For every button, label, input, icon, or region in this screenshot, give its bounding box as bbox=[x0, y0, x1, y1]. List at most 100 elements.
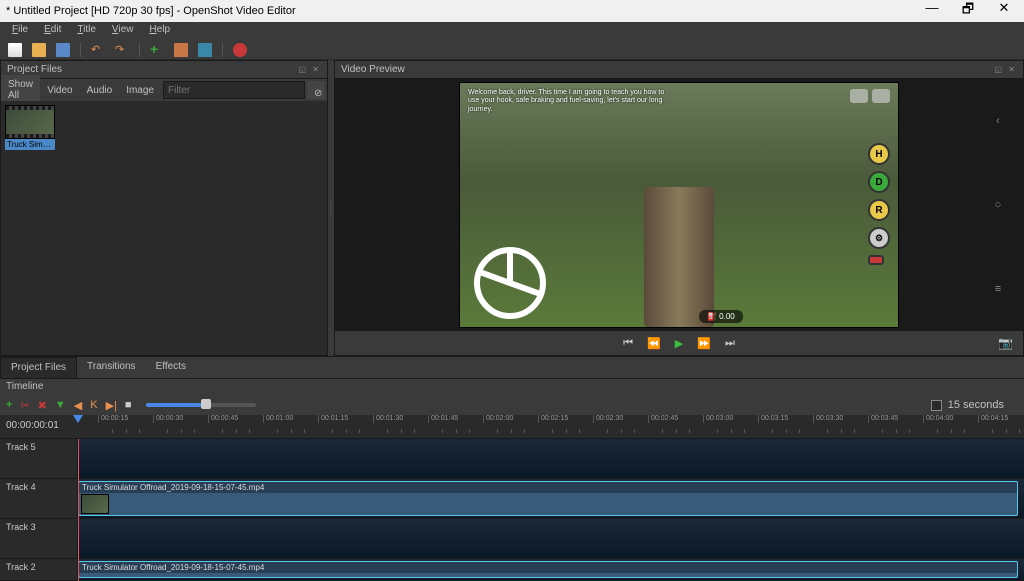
track-3: Track 3 bbox=[0, 519, 1024, 559]
back-icon: ‹ bbox=[996, 115, 1000, 127]
close-button[interactable]: ✕ bbox=[986, 0, 1022, 22]
game-side-buttons: H D R ⚙ bbox=[868, 143, 890, 265]
project-file-item[interactable]: Truck Simulator ... bbox=[5, 105, 55, 150]
track-header[interactable]: Track 2 bbox=[0, 559, 78, 580]
menu-title[interactable]: Title bbox=[69, 22, 104, 40]
export-icon[interactable] bbox=[233, 43, 247, 57]
filter-input[interactable] bbox=[163, 81, 305, 99]
dock-buttons[interactable]: ◱ ✕ bbox=[995, 65, 1017, 74]
razor-tool-button[interactable]: ✂ bbox=[20, 399, 29, 412]
game-log-graphic bbox=[644, 187, 714, 327]
timeline-clip[interactable]: Truck Simulator Offroad_2019-09-18-15-07… bbox=[78, 481, 1018, 516]
timeline-header: Timeline bbox=[0, 379, 1024, 395]
device-nav-icons: ‹ ○ ≡ bbox=[983, 79, 1013, 331]
filter-audio[interactable]: Audio bbox=[80, 81, 120, 100]
track-header[interactable]: Track 5 bbox=[0, 439, 78, 478]
toolbar-separator bbox=[139, 43, 140, 57]
project-files-grid[interactable]: Truck Simulator ... bbox=[1, 101, 327, 355]
save-project-icon[interactable] bbox=[56, 43, 70, 57]
maximize-button[interactable]: 🗗 bbox=[950, 0, 986, 22]
filter-video[interactable]: Video bbox=[40, 81, 79, 100]
ruler-tick: 00:01:30 bbox=[373, 415, 403, 423]
tab-project-files[interactable]: Project Files bbox=[0, 357, 77, 378]
add-track-button[interactable]: + bbox=[6, 399, 12, 411]
open-project-icon[interactable] bbox=[32, 43, 46, 57]
ruler-tick: 00:01:15 bbox=[318, 415, 348, 423]
ruler-tick: 00:03:45 bbox=[868, 415, 898, 423]
ruler-tick: 00:02:00 bbox=[483, 415, 513, 423]
rewind-button[interactable]: ⏪ bbox=[647, 337, 661, 350]
new-project-icon[interactable] bbox=[8, 43, 22, 57]
disable-snap-button[interactable]: ✖ bbox=[38, 399, 47, 412]
prev-marker-button[interactable]: ◀ bbox=[74, 399, 82, 412]
next-marker-button[interactable]: ▶| bbox=[106, 399, 117, 412]
track-body[interactable] bbox=[78, 519, 1024, 558]
track-body[interactable]: Truck Simulator Offroad_2019-09-18-15-07… bbox=[78, 479, 1024, 518]
timeline-ruler[interactable]: 00:00:00:01 00:00:1500:00:3000:00:4500:0… bbox=[0, 415, 1024, 439]
fast-forward-button[interactable]: ⏩ bbox=[697, 337, 711, 350]
menu-help[interactable]: Help bbox=[141, 22, 178, 40]
preview-canvas[interactable]: Welcome back, driver. This time I am goi… bbox=[459, 82, 899, 328]
ruler-tick: 00:00:30 bbox=[153, 415, 183, 423]
snapshot-icon[interactable]: 📷 bbox=[998, 336, 1013, 350]
dock-buttons[interactable]: ◱ ✕ bbox=[299, 65, 321, 74]
window-title: * Untitled Project [HD 720p 30 fps] - Op… bbox=[2, 5, 296, 17]
zoom-label-area: 15 seconds bbox=[931, 399, 1018, 411]
menu-view[interactable]: View bbox=[104, 22, 142, 40]
ruler-tick: 00:01:00 bbox=[263, 415, 293, 423]
fullscreen-icon[interactable] bbox=[198, 43, 212, 57]
add-marker-button[interactable]: ▼ bbox=[55, 399, 66, 411]
game-h-button: H bbox=[868, 143, 890, 165]
tab-effects[interactable]: Effects bbox=[146, 357, 196, 378]
track-header[interactable]: Track 3 bbox=[0, 519, 78, 558]
project-tabs: Project Files Transitions Effects bbox=[0, 356, 1024, 378]
zoom-slider[interactable] bbox=[146, 403, 256, 407]
main-toolbar: ↶ ↷ + bbox=[0, 40, 1024, 60]
timeline-toolbar: + ✂ ✖ ▼ ◀ K ▶| ■ 15 seconds bbox=[0, 395, 1024, 415]
ruler-tick: 00:03:30 bbox=[813, 415, 843, 423]
recents-icon: ≡ bbox=[995, 283, 1001, 295]
timeline-clip[interactable]: Truck Simulator Offroad_2019-09-18-15-07… bbox=[78, 561, 1018, 578]
minimize-button[interactable]: — bbox=[914, 0, 950, 22]
ruler-tick: 00:03:15 bbox=[758, 415, 788, 423]
ruler-tick: 00:03:00 bbox=[703, 415, 733, 423]
track-body[interactable] bbox=[78, 439, 1024, 478]
playhead[interactable] bbox=[78, 439, 79, 581]
track-2: Track 2 Truck Simulator Offroad_2019-09-… bbox=[0, 559, 1024, 581]
track-body[interactable]: Truck Simulator Offroad_2019-09-18-15-07… bbox=[78, 559, 1024, 580]
tab-transitions[interactable]: Transitions bbox=[77, 357, 146, 378]
camera-icons bbox=[850, 89, 890, 103]
ruler-ticks: 00:00:1500:00:3000:00:4500:01:0000:01:15… bbox=[78, 415, 1024, 438]
center-playhead-button[interactable]: ■ bbox=[125, 399, 132, 411]
home-icon: ○ bbox=[995, 199, 1002, 211]
undo-icon[interactable]: ↶ bbox=[91, 43, 105, 57]
jump-end-button[interactable]: ⏭ bbox=[725, 337, 735, 350]
track-header[interactable]: Track 4 bbox=[0, 479, 78, 518]
gear-icon: ⚙ bbox=[868, 227, 890, 249]
project-filter-row: Show All Video Audio Image ⊘ bbox=[1, 79, 327, 101]
window-controls: — 🗗 ✕ bbox=[914, 0, 1022, 22]
track-5: Track 5 bbox=[0, 439, 1024, 479]
ruler-tick: 00:04:15 bbox=[978, 415, 1008, 423]
filter-clear-button[interactable]: ⊘ bbox=[307, 81, 325, 99]
clip-label: Truck Simulator Offroad_2019-09-18-15-07… bbox=[79, 482, 1017, 493]
jump-start-button[interactable]: ⏮ bbox=[623, 337, 633, 350]
profile-icon[interactable] bbox=[174, 43, 188, 57]
file-thumbnail bbox=[5, 105, 55, 139]
clip-thumbnail bbox=[81, 494, 109, 514]
import-files-icon[interactable]: + bbox=[150, 43, 164, 57]
track-4: Track 4 Truck Simulator Offroad_2019-09-… bbox=[0, 479, 1024, 519]
video-preview-title: Video Preview bbox=[341, 64, 405, 75]
timeline-pane: Timeline + ✂ ✖ ▼ ◀ K ▶| ■ 15 seconds 00:… bbox=[0, 378, 1024, 581]
tracks-area: Track 5 Track 4 Truck Simulator Offroad_… bbox=[0, 439, 1024, 581]
keyframe-button[interactable]: K bbox=[90, 399, 97, 411]
play-button[interactable]: ▶ bbox=[675, 337, 683, 350]
redo-icon[interactable]: ↷ bbox=[115, 43, 129, 57]
zoom-checkbox[interactable] bbox=[931, 400, 942, 411]
ruler-tick: 00:02:30 bbox=[593, 415, 623, 423]
menu-edit[interactable]: Edit bbox=[36, 22, 69, 40]
menu-file[interactable]: File bbox=[4, 22, 36, 40]
ruler-tick: 00:00:15 bbox=[98, 415, 128, 423]
window-titlebar: * Untitled Project [HD 720p 30 fps] - Op… bbox=[0, 0, 1024, 22]
filter-image[interactable]: Image bbox=[119, 81, 161, 100]
